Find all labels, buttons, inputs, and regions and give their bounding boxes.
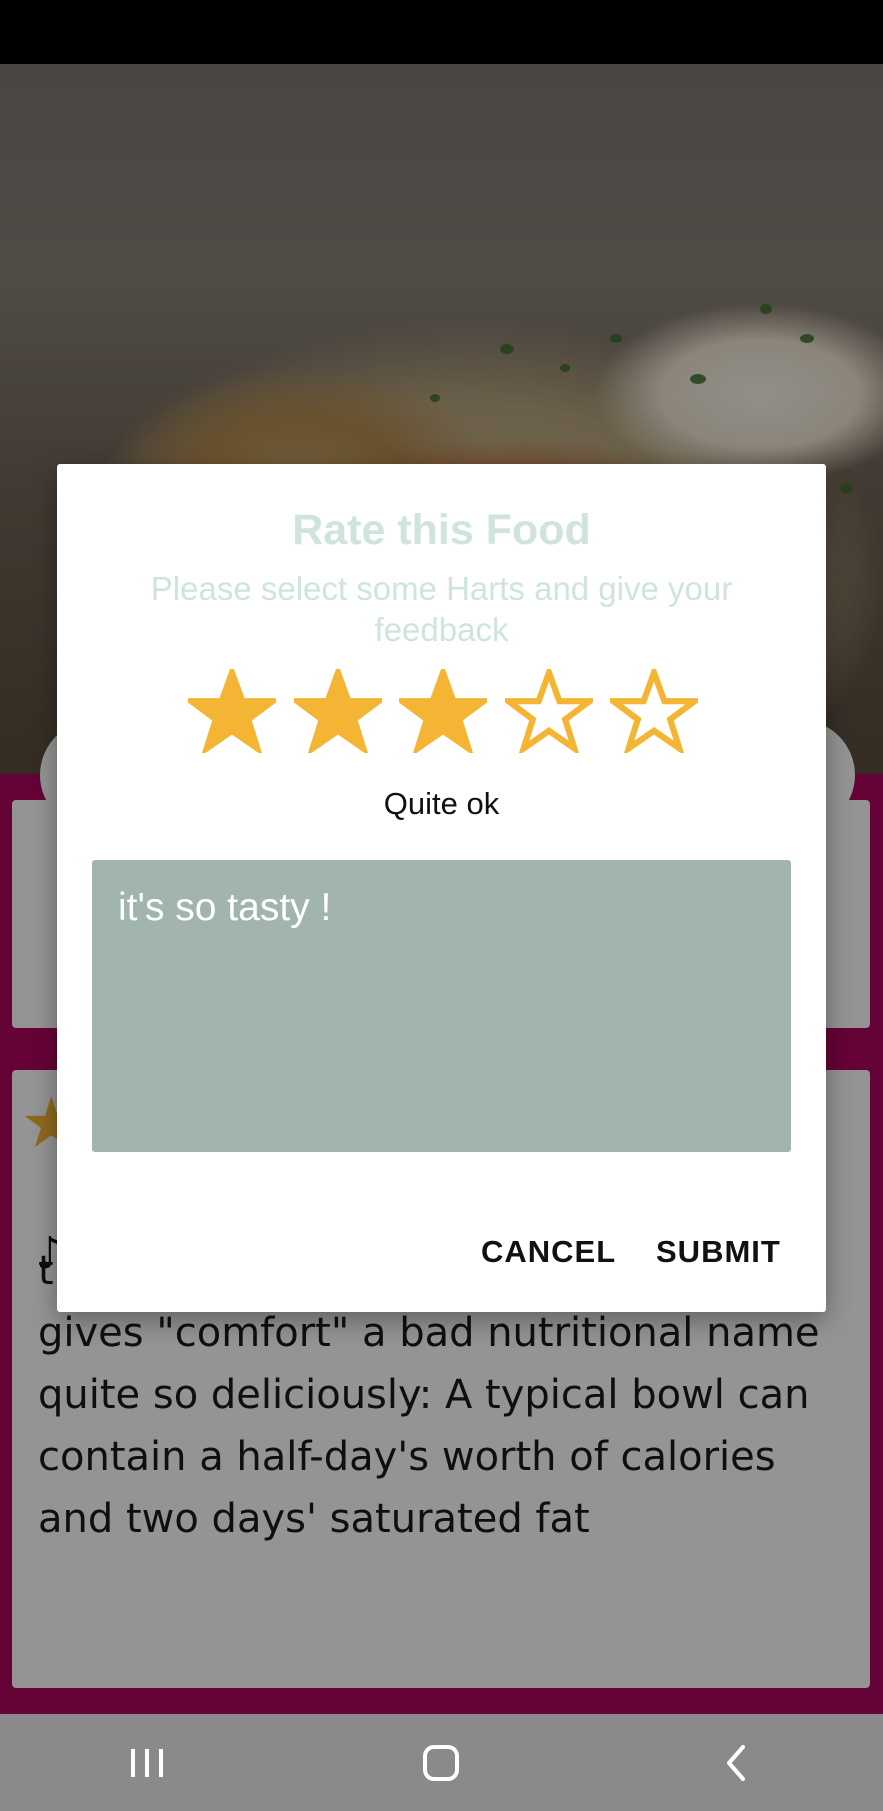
dialog-subtitle: Please select some Harts and give your f…	[150, 570, 733, 648]
submit-button[interactable]: SUBMIT	[646, 1226, 791, 1278]
recents-button[interactable]	[87, 1723, 207, 1803]
navigation-bar	[0, 1714, 883, 1811]
back-button[interactable]	[676, 1723, 796, 1803]
home-icon	[423, 1744, 460, 1781]
star-empty-icon[interactable]	[610, 669, 698, 753]
recents-icon	[131, 1748, 164, 1777]
star-filled-icon[interactable]	[399, 669, 487, 753]
star-filled-icon[interactable]	[188, 669, 276, 753]
rate-food-dialog: Rate this Food Please select some Harts …	[57, 464, 826, 1312]
star-filled-icon[interactable]	[293, 669, 382, 753]
feedback-input[interactable]: it's so tasty !	[92, 860, 791, 1152]
star-rating	[188, 669, 698, 753]
back-icon	[726, 1744, 745, 1781]
home-button[interactable]	[381, 1723, 501, 1803]
star-empty-icon[interactable]	[504, 669, 593, 753]
status-bar	[0, 0, 883, 64]
rating-label: Quite ok	[383, 786, 500, 821]
dialog-title: Rate this Food	[292, 506, 591, 554]
cancel-button[interactable]: CANCEL	[471, 1226, 626, 1278]
